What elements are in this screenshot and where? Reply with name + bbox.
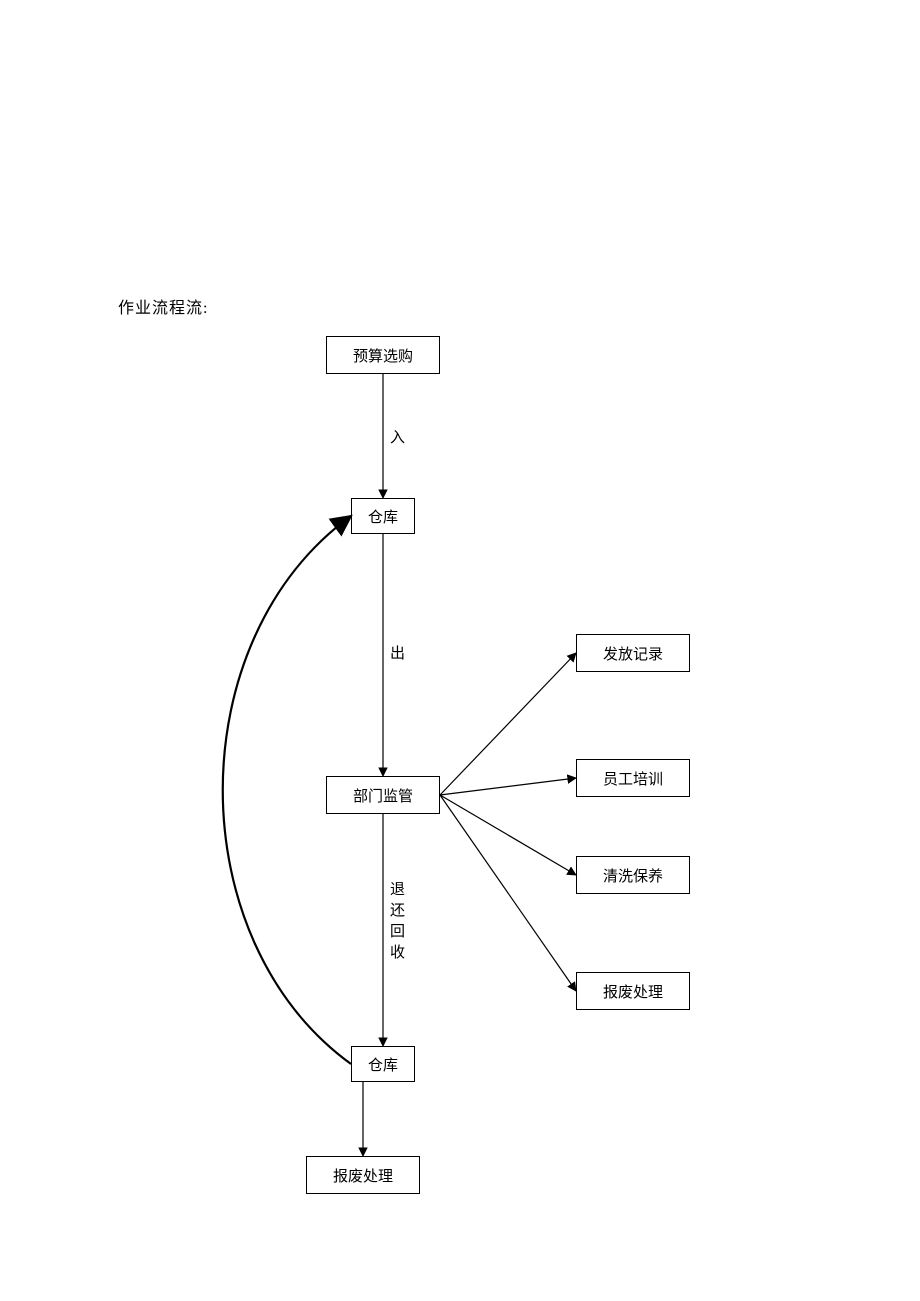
edge-label-return: 退 还 回 收 bbox=[390, 880, 405, 964]
edge-label-out: 出 bbox=[390, 644, 405, 665]
node-scrap-bottom: 报废处理 bbox=[306, 1156, 420, 1194]
flow-arrows bbox=[0, 0, 920, 1301]
node-dept-supervision: 部门监管 bbox=[326, 776, 440, 814]
node-warehouse-2: 仓库 bbox=[351, 1046, 415, 1082]
node-warehouse-1: 仓库 bbox=[351, 498, 415, 534]
edge-label-in: 入 bbox=[390, 428, 405, 449]
arrow-dept-to-scrapR bbox=[440, 795, 576, 991]
node-issue-record: 发放记录 bbox=[576, 634, 690, 672]
node-clean-maint: 清洗保养 bbox=[576, 856, 690, 894]
diagram-title: 作业流程流: bbox=[118, 294, 208, 318]
node-staff-training: 员工培训 bbox=[576, 759, 690, 797]
node-scrap-right: 报废处理 bbox=[576, 972, 690, 1010]
arrow-dept-to-issue bbox=[440, 653, 576, 795]
arrow-dept-to-training bbox=[440, 778, 576, 795]
flow-diagram: 作业流程流: 预算选购 仓库 部门监管 仓库 报废处理 发放记录 员工培训 清洗… bbox=[0, 0, 920, 1301]
arrow-dept-to-clean bbox=[440, 795, 576, 875]
node-budget: 预算选购 bbox=[326, 336, 440, 374]
